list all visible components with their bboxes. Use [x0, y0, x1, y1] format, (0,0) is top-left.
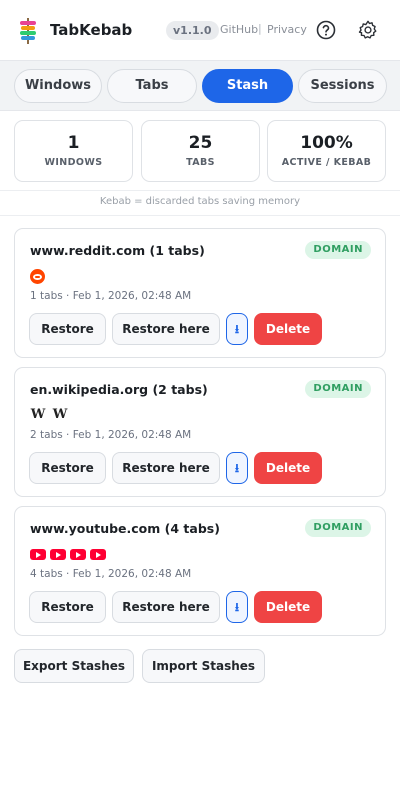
- stash-card-reddit: www.reddit.com (1 tabs) DOMAIN 1 tabs · …: [14, 228, 386, 358]
- delete-button[interactable]: Delete: [254, 591, 322, 623]
- wikipedia-icon: W: [52, 407, 68, 422]
- youtube-icon: [30, 548, 46, 560]
- stat-value: 1: [67, 133, 80, 153]
- main-tab-bar: Windows Tabs Stash Sessions: [0, 60, 400, 111]
- delete-button[interactable]: Delete: [254, 313, 322, 345]
- tab-stash[interactable]: Stash: [202, 69, 293, 103]
- restore-here-button[interactable]: Restore here: [112, 452, 220, 484]
- stash-card-youtube: www.youtube.com (4 tabs) DOMAIN 4 tabs ·…: [14, 506, 386, 636]
- gear-icon[interactable]: [357, 19, 379, 41]
- stat-label: ACTIVE / KEBAB: [281, 157, 372, 168]
- kebab-logo-icon: [20, 18, 36, 44]
- restore-button[interactable]: Restore: [29, 591, 106, 623]
- stat-value: 100%: [300, 133, 353, 153]
- restore-here-button[interactable]: Restore here: [112, 591, 220, 623]
- download-icon[interactable]: ⭳: [226, 591, 248, 623]
- stash-meta: 2 tabs · Feb 1, 2026, 02:48 AM: [30, 429, 192, 441]
- download-icon[interactable]: ⭳: [226, 452, 248, 484]
- stash-title: en.wikipedia.org (2 tabs): [30, 382, 208, 397]
- restore-button[interactable]: Restore: [29, 313, 106, 345]
- stash-card-wikipedia: en.wikipedia.org (2 tabs) DOMAIN W W 2 t…: [14, 367, 386, 497]
- favicon-list: [30, 546, 106, 562]
- github-link[interactable]: GitHub: [220, 23, 258, 36]
- version-badge: v1.1.0: [166, 21, 219, 40]
- download-icon[interactable]: ⭳: [226, 313, 248, 345]
- kebab-hint: Kebab = discarded tabs saving memory: [0, 190, 400, 216]
- delete-button[interactable]: Delete: [254, 452, 322, 484]
- stat-label: TABS: [186, 157, 215, 168]
- reddit-icon: [30, 268, 45, 284]
- stash-meta: 4 tabs · Feb 1, 2026, 02:48 AM: [30, 568, 192, 580]
- stat-active-kebab: 100% ACTIVE / KEBAB: [267, 120, 386, 182]
- youtube-icon: [90, 548, 106, 560]
- app-title: TabKebab: [50, 21, 133, 39]
- youtube-icon: [50, 548, 66, 560]
- stash-title: www.reddit.com (1 tabs): [30, 243, 205, 258]
- restore-button[interactable]: Restore: [29, 452, 106, 484]
- wikipedia-icon: W: [30, 407, 46, 422]
- help-circle-icon[interactable]: [315, 19, 337, 41]
- domain-badge: DOMAIN: [305, 241, 371, 259]
- stash-meta: 1 tabs · Feb 1, 2026, 02:48 AM: [30, 290, 192, 302]
- youtube-icon: [70, 548, 86, 560]
- stash-title: www.youtube.com (4 tabs): [30, 521, 220, 536]
- import-stashes-button[interactable]: Import Stashes: [142, 649, 265, 683]
- stat-label: WINDOWS: [44, 157, 103, 168]
- tab-windows[interactable]: Windows: [14, 69, 102, 103]
- tab-sessions[interactable]: Sessions: [298, 69, 387, 103]
- app-header: TabKebab v1.1.0 GitHub | Privacy: [0, 0, 400, 60]
- stat-windows: 1 WINDOWS: [14, 120, 133, 182]
- export-stashes-button[interactable]: Export Stashes: [14, 649, 134, 683]
- restore-here-button[interactable]: Restore here: [112, 313, 220, 345]
- stat-value: 25: [188, 133, 213, 153]
- domain-badge: DOMAIN: [305, 519, 371, 537]
- favicon-list: [30, 268, 45, 284]
- privacy-link[interactable]: Privacy: [267, 23, 307, 36]
- stat-tabs: 25 TABS: [141, 120, 260, 182]
- tab-tabs[interactable]: Tabs: [107, 69, 197, 103]
- domain-badge: DOMAIN: [305, 380, 371, 398]
- favicon-list: W W: [30, 407, 70, 423]
- link-separator: |: [258, 22, 262, 35]
